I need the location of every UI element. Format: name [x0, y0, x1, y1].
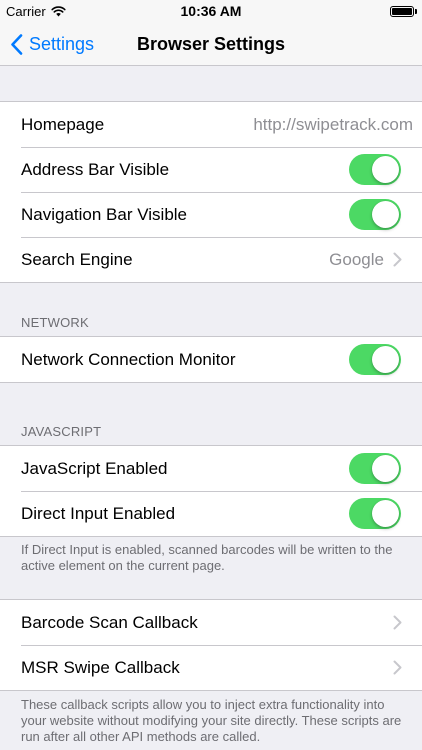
network-monitor-label: Network Connection Monitor [21, 350, 236, 369]
direct-input-label: Direct Input Enabled [21, 504, 176, 523]
battery-fill [392, 8, 412, 15]
chevron-right-icon [393, 660, 402, 675]
network-settings-group: Network Connection Monitor [0, 336, 422, 383]
toggle-knob [372, 201, 399, 228]
callbacks-footer: These callback scripts allow you to inje… [21, 697, 402, 744]
homepage-row[interactable]: Homepage http://swipetrack.com [0, 102, 422, 147]
chevron-right-icon [393, 615, 402, 630]
status-bar: Carrier 10:36 AM [0, 0, 422, 22]
search-engine-row[interactable]: Search Engine Google [0, 237, 422, 282]
barcode-callback-row[interactable]: Barcode Scan Callback [0, 600, 422, 645]
battery-tip [415, 9, 417, 14]
search-engine-value: Google [329, 250, 384, 269]
direct-input-toggle[interactable] [349, 498, 401, 529]
search-engine-label: Search Engine [21, 250, 133, 269]
navigation-bar-row: Navigation Bar Visible [0, 192, 422, 237]
msr-callback-label: MSR Swipe Callback [21, 658, 180, 677]
barcode-callback-label: Barcode Scan Callback [21, 613, 198, 632]
toggle-knob [372, 346, 399, 373]
battery-icon [390, 6, 414, 17]
javascript-enabled-toggle[interactable] [349, 453, 401, 484]
network-monitor-toggle[interactable] [349, 344, 401, 375]
network-section-header: NETWORK [21, 315, 89, 330]
javascript-section-header: JAVASCRIPT [21, 424, 102, 439]
chevron-left-icon [11, 33, 23, 55]
address-bar-toggle[interactable] [349, 154, 401, 185]
direct-input-footer: If Direct Input is enabled, scanned barc… [21, 542, 393, 573]
callbacks-group: Barcode Scan Callback MSR Swipe Callback [0, 599, 422, 691]
address-bar-label: Address Bar Visible [21, 160, 170, 179]
homepage-label: Homepage [21, 115, 105, 134]
status-time: 10:36 AM [180, 3, 242, 19]
navigation-bar-label: Navigation Bar Visible [21, 205, 187, 224]
navigation-bar-toggle[interactable] [349, 199, 401, 230]
javascript-enabled-row: JavaScript Enabled [0, 446, 422, 491]
direct-input-row: Direct Input Enabled [0, 491, 422, 536]
network-monitor-row: Network Connection Monitor [0, 337, 422, 382]
address-bar-row: Address Bar Visible [0, 147, 422, 192]
toggle-knob [372, 156, 399, 183]
toggle-knob [372, 455, 399, 482]
navigation-bar: Settings Browser Settings [0, 22, 422, 66]
back-button-label: Settings [29, 33, 95, 54]
general-settings-group: Homepage http://swipetrack.com Address B… [0, 101, 422, 283]
back-button[interactable]: Settings [10, 22, 94, 66]
javascript-enabled-label: JavaScript Enabled [21, 459, 168, 478]
javascript-settings-group: JavaScript Enabled Direct Input Enabled [0, 445, 422, 537]
toggle-knob [372, 500, 399, 527]
chevron-right-icon [393, 252, 402, 267]
msr-callback-row[interactable]: MSR Swipe Callback [0, 645, 422, 690]
homepage-value[interactable]: http://swipetrack.com [253, 102, 413, 147]
